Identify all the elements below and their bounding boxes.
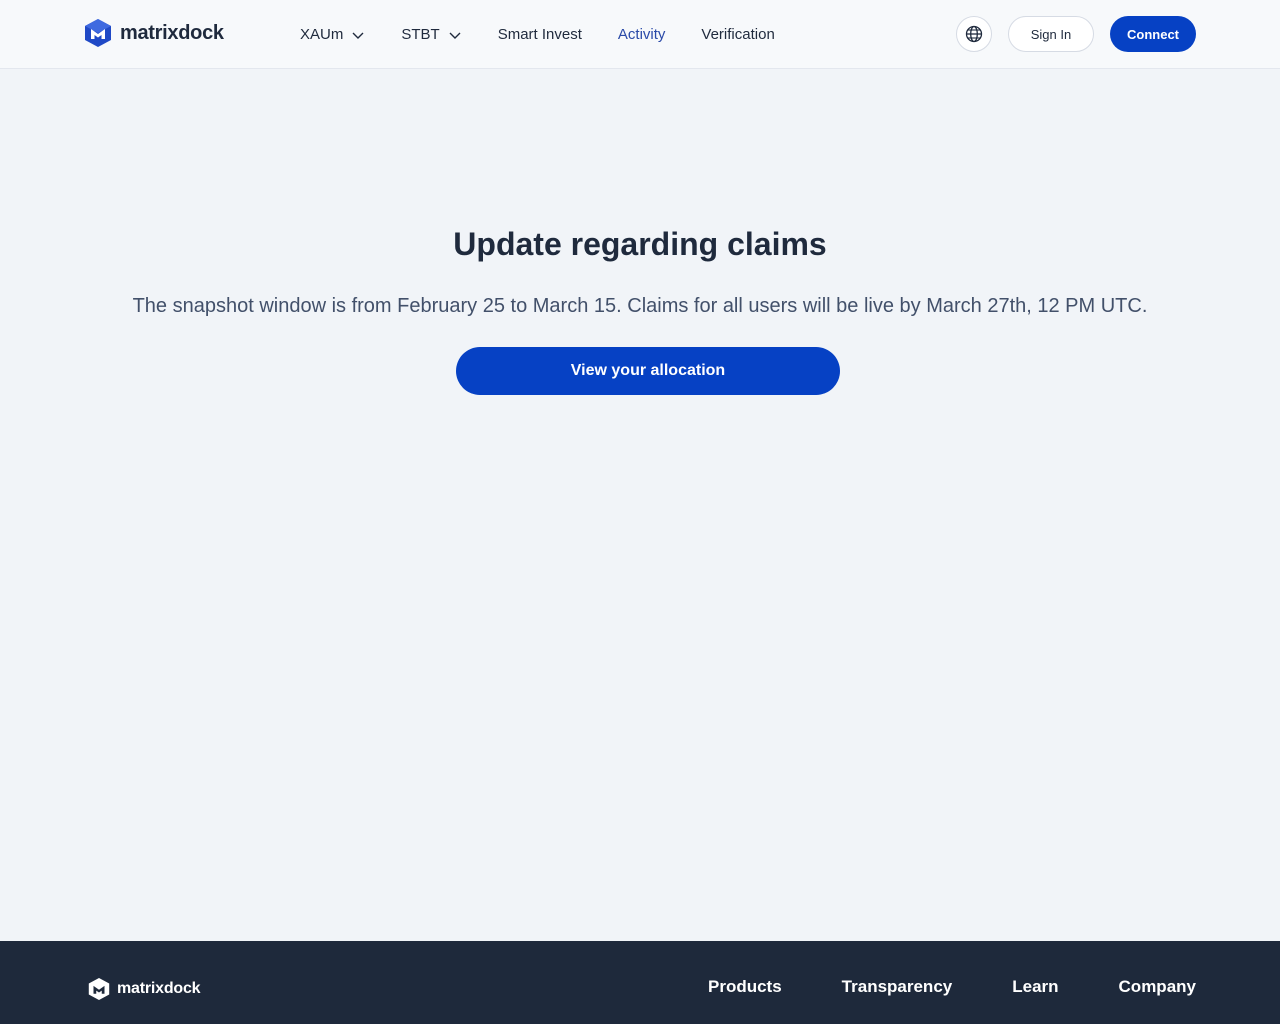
chevron-down-icon (352, 32, 364, 39)
claims-description: The snapshot window is from February 25 … (132, 295, 1148, 317)
globe-icon (965, 25, 983, 43)
nav-item-stbt[interactable]: STBT (401, 26, 461, 43)
nav-item-label: Smart Invest (497, 26, 582, 43)
matrixdock-logo-icon (85, 19, 111, 47)
chevron-down-icon (449, 32, 461, 39)
brand-logo[interactable]: matrixdock (84, 18, 224, 48)
top-navbar: matrixdock XAUm STBT Smart Invest Activi… (0, 0, 1280, 69)
matrixdock-logo-icon (88, 978, 110, 1000)
main-nav: XAUm STBT Smart Invest Activity Verifica… (300, 0, 811, 69)
page-title: Update regarding claims (453, 226, 827, 262)
language-button[interactable] (956, 16, 992, 52)
footer-brand-name: matrixdock (117, 980, 201, 997)
footer-link-transparency[interactable]: Transparency (842, 977, 953, 997)
connect-button[interactable]: Connect (1110, 16, 1196, 52)
footer-link-company[interactable]: Company (1119, 977, 1196, 997)
sign-in-button[interactable]: Sign In (1008, 16, 1094, 52)
nav-item-smart-invest[interactable]: Smart Invest (498, 26, 582, 43)
footer-brand-logo[interactable]: matrixdock (88, 977, 201, 1001)
nav-item-label: Activity (617, 26, 666, 43)
nav-item-label: XAUm (300, 26, 344, 43)
footer-link-products[interactable]: Products (708, 977, 782, 997)
brand-name: matrixdock (120, 21, 224, 44)
footer-link-learn[interactable]: Learn (1012, 977, 1058, 997)
nav-item-label: STBT (401, 26, 440, 43)
footer-nav: Products Transparency Learn Company (708, 977, 1196, 997)
view-allocation-button[interactable]: View your allocation (456, 347, 840, 395)
footer: matrixdock Products Transparency Learn C… (0, 941, 1280, 1024)
nav-item-xaum[interactable]: XAUm (300, 26, 365, 43)
nav-item-activity[interactable]: Activity (618, 26, 666, 43)
nav-item-verification[interactable]: Verification (701, 26, 774, 43)
nav-item-label: Verification (701, 26, 775, 43)
